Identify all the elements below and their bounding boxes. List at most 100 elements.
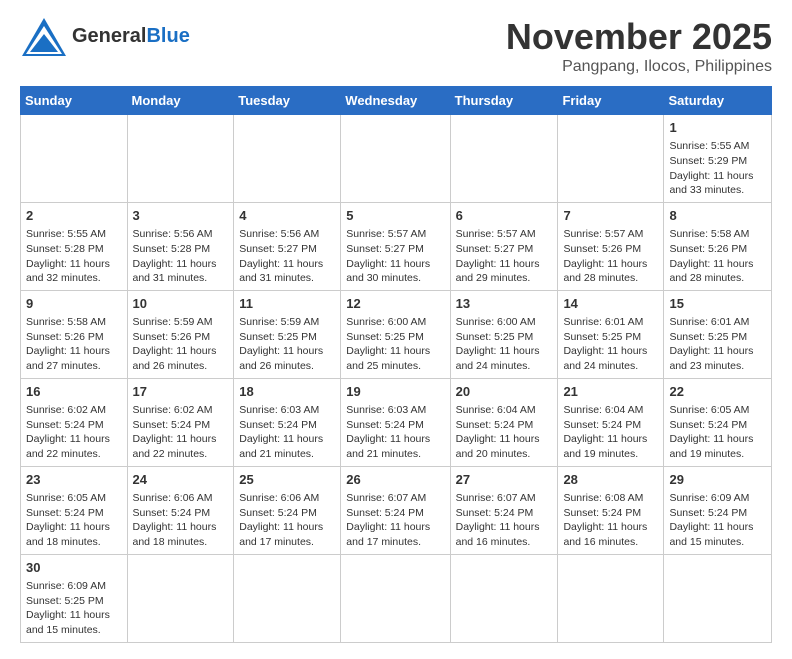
day-number: 22 bbox=[669, 383, 766, 401]
day-number: 29 bbox=[669, 471, 766, 489]
day-number: 8 bbox=[669, 207, 766, 225]
day-number: 11 bbox=[239, 295, 335, 313]
cell-info: Sunrise: 5:58 AM Sunset: 5:26 PM Dayligh… bbox=[26, 315, 122, 374]
title-area: November 2025 Pangpang, Ilocos, Philippi… bbox=[506, 16, 772, 76]
day-number: 9 bbox=[26, 295, 122, 313]
calendar-cell bbox=[234, 554, 341, 642]
cell-info: Sunrise: 6:04 AM Sunset: 5:24 PM Dayligh… bbox=[456, 403, 553, 462]
day-number: 25 bbox=[239, 471, 335, 489]
calendar-cell: 4Sunrise: 5:56 AM Sunset: 5:27 PM Daylig… bbox=[234, 202, 341, 290]
calendar-cell: 9 Sunrise: 5:58 AM Sunset: 5:26 PM Daylig… bbox=[21, 290, 128, 378]
header: GeneralBlue November 2025 Pangpang, Iloc… bbox=[20, 16, 772, 76]
day-number: 10 bbox=[133, 295, 229, 313]
calendar-cell bbox=[341, 554, 450, 642]
day-number: 27 bbox=[456, 471, 553, 489]
calendar-cell: 14 Sunrise: 6:01 AM Sunset: 5:25 PM Dayli… bbox=[558, 290, 664, 378]
calendar-cell: 10 Sunrise: 5:59 AM Sunset: 5:26 PM Dayli… bbox=[127, 290, 234, 378]
calendar-cell: 6 Sunrise: 5:57 AM Sunset: 5:27 PM Daylig… bbox=[450, 202, 558, 290]
week-row-2: 9 Sunrise: 5:58 AM Sunset: 5:26 PM Daylig… bbox=[21, 290, 772, 378]
day-number: 18 bbox=[239, 383, 335, 401]
week-row-1: 2 Sunrise: 5:55 AM Sunset: 5:28 PM Daylig… bbox=[21, 202, 772, 290]
cell-info: Sunrise: 6:06 AM Sunset: 5:24 PM Dayligh… bbox=[239, 491, 335, 550]
calendar-cell bbox=[450, 115, 558, 203]
calendar-cell: 22Sunrise: 6:05 AM Sunset: 5:24 PM Dayli… bbox=[664, 378, 772, 466]
cell-info: Sunrise: 6:07 AM Sunset: 5:24 PM Dayligh… bbox=[346, 491, 444, 550]
day-number: 14 bbox=[563, 295, 658, 313]
day-number: 30 bbox=[26, 559, 122, 577]
calendar-cell: 28 Sunrise: 6:08 AM Sunset: 5:24 PM Dayli… bbox=[558, 466, 664, 554]
weekday-header-tuesday: Tuesday bbox=[234, 87, 341, 115]
logo-text: GeneralBlue bbox=[72, 25, 190, 47]
calendar-cell: 26 Sunrise: 6:07 AM Sunset: 5:24 PM Dayli… bbox=[341, 466, 450, 554]
day-number: 19 bbox=[346, 383, 444, 401]
calendar-table: SundayMondayTuesdayWednesdayThursdayFrid… bbox=[20, 86, 772, 643]
cell-info: Sunrise: 6:03 AM Sunset: 5:24 PM Dayligh… bbox=[239, 403, 335, 462]
cell-info: Sunrise: 6:01 AM Sunset: 5:25 PM Dayligh… bbox=[669, 315, 766, 374]
week-row-5: 30 Sunrise: 6:09 AM Sunset: 5:25 PM Dayli… bbox=[21, 554, 772, 642]
cell-info: Sunrise: 5:57 AM Sunset: 5:27 PM Dayligh… bbox=[346, 227, 444, 286]
logo-icon bbox=[20, 16, 68, 58]
cell-info: Sunrise: 5:57 AM Sunset: 5:27 PM Dayligh… bbox=[456, 227, 553, 286]
day-number: 26 bbox=[346, 471, 444, 489]
calendar-cell: 19 Sunrise: 6:03 AM Sunset: 5:24 PM Dayli… bbox=[341, 378, 450, 466]
day-number: 21 bbox=[563, 383, 658, 401]
calendar-cell: 20 Sunrise: 6:04 AM Sunset: 5:24 PM Dayli… bbox=[450, 378, 558, 466]
calendar-cell bbox=[558, 554, 664, 642]
cell-info: Sunrise: 5:59 AM Sunset: 5:26 PM Dayligh… bbox=[133, 315, 229, 374]
cell-info: Sunrise: 6:03 AM Sunset: 5:24 PM Dayligh… bbox=[346, 403, 444, 462]
calendar-cell: 16 Sunrise: 6:02 AM Sunset: 5:24 PM Dayli… bbox=[21, 378, 128, 466]
day-number: 15 bbox=[669, 295, 766, 313]
cell-info: Sunrise: 6:00 AM Sunset: 5:25 PM Dayligh… bbox=[346, 315, 444, 374]
calendar-cell: 21 Sunrise: 6:04 AM Sunset: 5:24 PM Dayli… bbox=[558, 378, 664, 466]
weekday-header-thursday: Thursday bbox=[450, 87, 558, 115]
calendar-cell: 2 Sunrise: 5:55 AM Sunset: 5:28 PM Daylig… bbox=[21, 202, 128, 290]
calendar-cell: 1 Sunrise: 5:55 AM Sunset: 5:29 PM Daylig… bbox=[664, 115, 772, 203]
cell-info: Sunrise: 6:09 AM Sunset: 5:25 PM Dayligh… bbox=[26, 579, 122, 638]
calendar-cell bbox=[664, 554, 772, 642]
weekday-header-monday: Monday bbox=[127, 87, 234, 115]
day-number: 24 bbox=[133, 471, 229, 489]
cell-info: Sunrise: 6:08 AM Sunset: 5:24 PM Dayligh… bbox=[563, 491, 658, 550]
weekday-header-friday: Friday bbox=[558, 87, 664, 115]
day-number: 6 bbox=[456, 207, 553, 225]
day-number: 20 bbox=[456, 383, 553, 401]
calendar-cell bbox=[127, 115, 234, 203]
calendar-cell: 23Sunrise: 6:05 AM Sunset: 5:24 PM Dayli… bbox=[21, 466, 128, 554]
day-number: 16 bbox=[26, 383, 122, 401]
day-number: 23 bbox=[26, 471, 122, 489]
calendar-cell bbox=[127, 554, 234, 642]
week-row-4: 23Sunrise: 6:05 AM Sunset: 5:24 PM Dayli… bbox=[21, 466, 772, 554]
day-number: 2 bbox=[26, 207, 122, 225]
calendar-cell bbox=[21, 115, 128, 203]
calendar-cell: 29Sunrise: 6:09 AM Sunset: 5:24 PM Dayli… bbox=[664, 466, 772, 554]
cell-info: Sunrise: 5:59 AM Sunset: 5:25 PM Dayligh… bbox=[239, 315, 335, 374]
day-number: 1 bbox=[669, 119, 766, 137]
cell-info: Sunrise: 6:06 AM Sunset: 5:24 PM Dayligh… bbox=[133, 491, 229, 550]
day-number: 4 bbox=[239, 207, 335, 225]
day-number: 28 bbox=[563, 471, 658, 489]
cell-info: Sunrise: 6:04 AM Sunset: 5:24 PM Dayligh… bbox=[563, 403, 658, 462]
cell-info: Sunrise: 5:55 AM Sunset: 5:28 PM Dayligh… bbox=[26, 227, 122, 286]
location-title: Pangpang, Ilocos, Philippines bbox=[506, 58, 772, 76]
calendar-cell bbox=[450, 554, 558, 642]
weekday-header-sunday: Sunday bbox=[21, 87, 128, 115]
day-number: 12 bbox=[346, 295, 444, 313]
day-number: 5 bbox=[346, 207, 444, 225]
calendar-cell bbox=[558, 115, 664, 203]
logo: GeneralBlue bbox=[20, 16, 190, 56]
cell-info: Sunrise: 6:02 AM Sunset: 5:24 PM Dayligh… bbox=[26, 403, 122, 462]
calendar-cell: 3Sunrise: 5:56 AM Sunset: 5:28 PM Daylig… bbox=[127, 202, 234, 290]
calendar-cell: 25 Sunrise: 6:06 AM Sunset: 5:24 PM Dayli… bbox=[234, 466, 341, 554]
calendar-cell: 7 Sunrise: 5:57 AM Sunset: 5:26 PM Daylig… bbox=[558, 202, 664, 290]
calendar-cell: 12 Sunrise: 6:00 AM Sunset: 5:25 PM Dayli… bbox=[341, 290, 450, 378]
cell-info: Sunrise: 6:07 AM Sunset: 5:24 PM Dayligh… bbox=[456, 491, 553, 550]
cell-info: Sunrise: 5:57 AM Sunset: 5:26 PM Dayligh… bbox=[563, 227, 658, 286]
calendar-cell: 30 Sunrise: 6:09 AM Sunset: 5:25 PM Dayli… bbox=[21, 554, 128, 642]
week-row-3: 16 Sunrise: 6:02 AM Sunset: 5:24 PM Dayli… bbox=[21, 378, 772, 466]
day-number: 7 bbox=[563, 207, 658, 225]
cell-info: Sunrise: 5:56 AM Sunset: 5:28 PM Dayligh… bbox=[133, 227, 229, 286]
weekday-header-wednesday: Wednesday bbox=[341, 87, 450, 115]
calendar-cell: 13Sunrise: 6:00 AM Sunset: 5:25 PM Dayli… bbox=[450, 290, 558, 378]
cell-info: Sunrise: 5:55 AM Sunset: 5:29 PM Dayligh… bbox=[669, 139, 766, 198]
cell-info: Sunrise: 6:01 AM Sunset: 5:25 PM Dayligh… bbox=[563, 315, 658, 374]
